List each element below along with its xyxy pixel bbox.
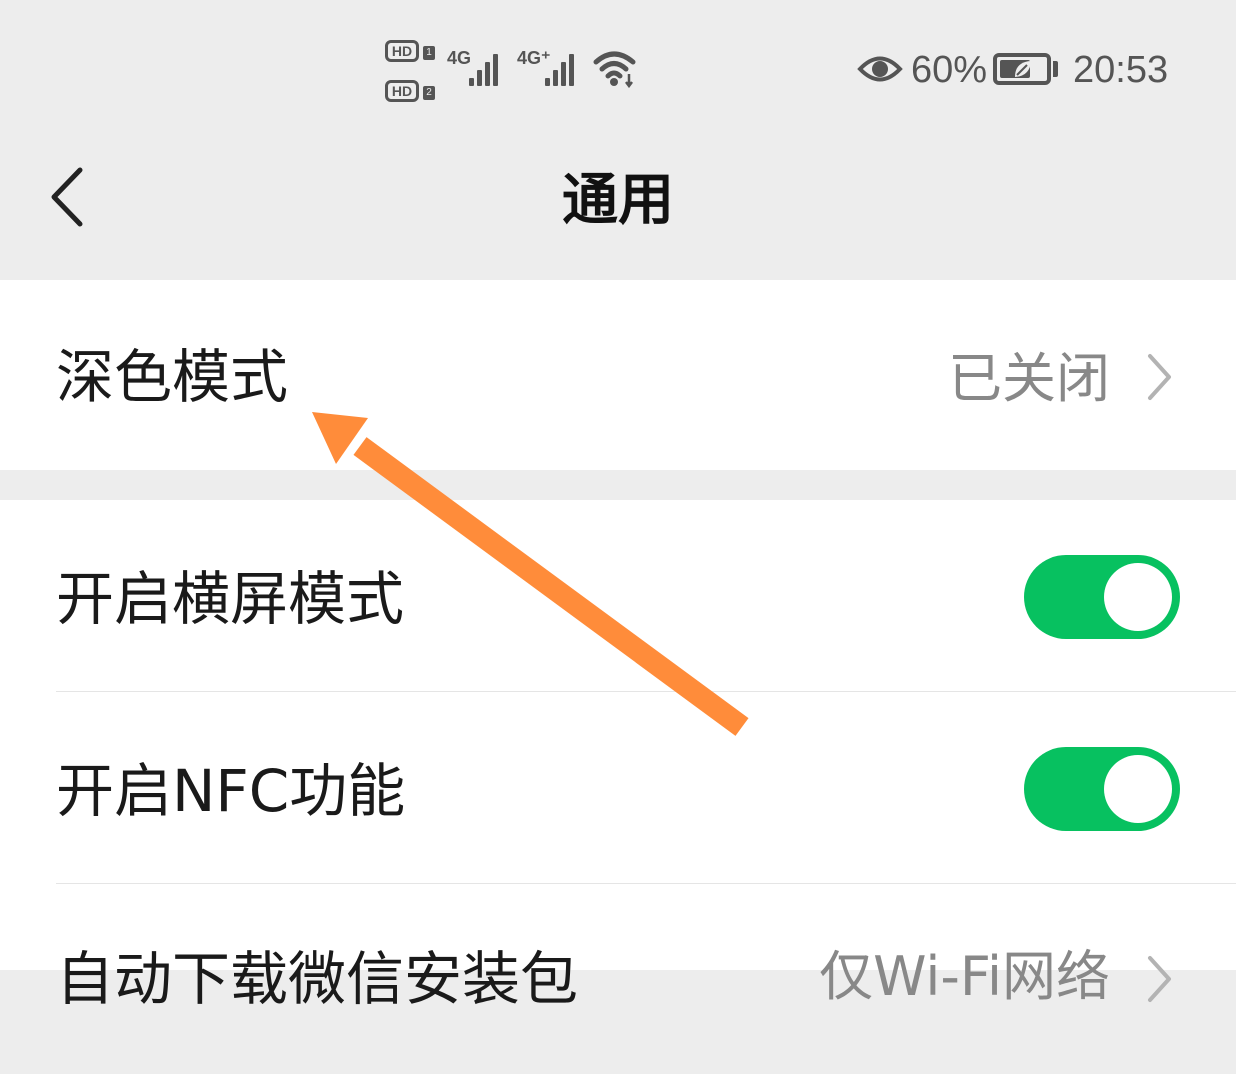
nfc-label: 开启NFC功能 (56, 757, 406, 825)
dark-mode-label: 深色模式 (56, 343, 289, 411)
network-type-sim1: 4G (447, 48, 472, 68)
eye-comfort-icon (857, 56, 903, 82)
page-title: 通用 (562, 168, 674, 233)
settings-group-display: 深色模式 已关闭 (0, 280, 1236, 470)
battery-percent: 60% (911, 49, 988, 91)
landscape-mode-label: 开启横屏模式 (56, 565, 405, 633)
toggle-knob (1104, 755, 1172, 823)
chevron-right-icon (1148, 956, 1171, 1002)
nfc-toggle[interactable] (1024, 747, 1180, 831)
landscape-mode-row: 开启横屏模式 (0, 500, 1236, 690)
auto-download-label: 自动下载微信安装包 (56, 945, 579, 1013)
battery-tip (1053, 61, 1058, 77)
hd-badge-sim1: HD (385, 40, 419, 62)
chevron-right-icon (1148, 354, 1171, 400)
dark-mode-row[interactable]: 深色模式 已关闭 (0, 280, 1236, 470)
battery-saver-icon (993, 53, 1051, 85)
navigation-bar: 通用 (0, 140, 1236, 280)
landscape-mode-toggle[interactable] (1024, 555, 1180, 639)
clock: 20:53 (1073, 49, 1169, 91)
wifi-icon (593, 51, 636, 88)
auto-download-status: 仅Wi-Fi网络 (819, 945, 1110, 1008)
hd-badge-sim2: HD (385, 80, 419, 102)
auto-download-row[interactable]: 自动下载微信安装包 仅Wi-Fi网络 (0, 884, 1236, 1074)
toggle-knob (1104, 563, 1172, 631)
status-bar: HD 1 HD 2 4G 4G⁺ 60% 20:53 (0, 0, 1236, 140)
signal-bars-sim2-icon (545, 48, 585, 86)
nfc-row: 开启NFC功能 (0, 692, 1236, 882)
sim1-index: 1 (423, 46, 435, 60)
sim2-index: 2 (423, 86, 435, 100)
settings-group-general: 开启横屏模式 开启NFC功能 自动下载微信安装包 仅Wi-Fi网络 (0, 500, 1236, 1013)
signal-bars-sim1-icon (469, 48, 509, 86)
dark-mode-status: 已关闭 (948, 347, 1110, 410)
